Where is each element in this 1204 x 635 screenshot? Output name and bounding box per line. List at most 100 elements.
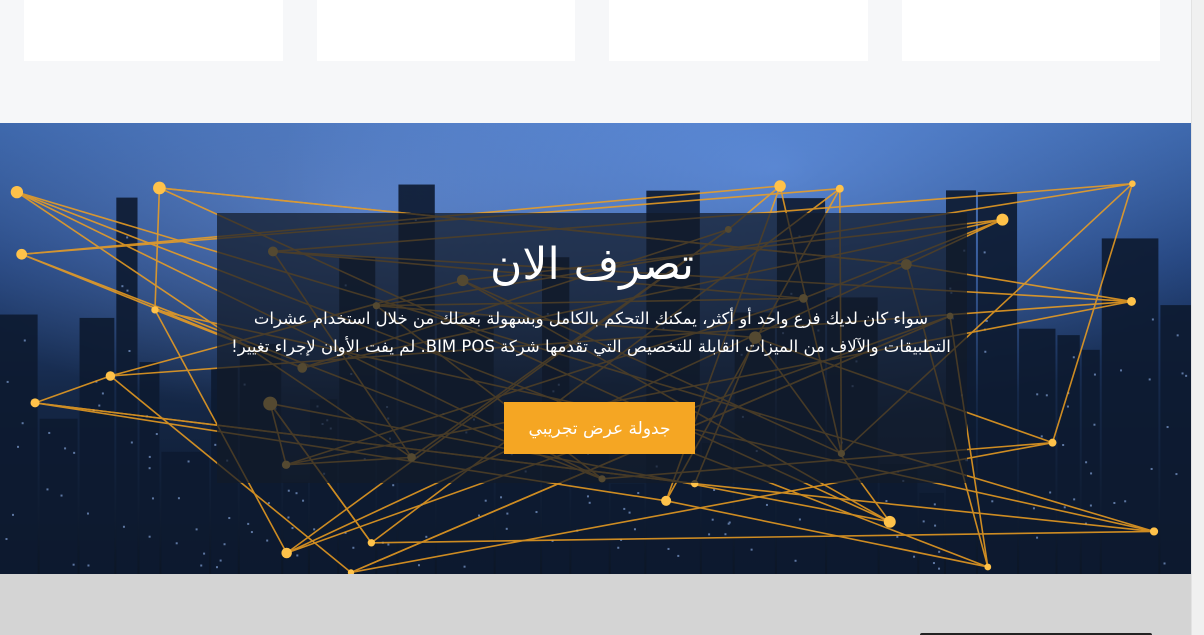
window-light [313,528,316,531]
window-light [708,533,711,536]
network-node [16,248,28,260]
feature-card [24,0,283,61]
window-light [247,522,250,525]
window-light [484,499,487,502]
window-light [122,525,125,528]
window-light [5,538,8,541]
window-light [1085,461,1088,464]
window-light [215,566,218,569]
window-light [195,528,198,531]
network-node [105,371,116,381]
window-light [667,547,670,550]
network-node [1048,438,1057,447]
window-light [266,539,269,542]
window-light [126,289,129,292]
hero-title: تصرف الان [490,239,694,290]
window-light [1072,356,1075,359]
window-light [128,349,131,352]
window-light [983,251,986,254]
building-silhouette [116,197,138,574]
building-silhouette [919,493,944,574]
network-node [10,185,24,199]
schedule-demo-button[interactable]: جدولة عرض تجريبي [504,402,695,454]
window-light [505,527,508,530]
window-light [477,514,480,517]
network-node [1149,527,1159,536]
window-light [1040,435,1043,438]
window-light [60,494,63,497]
window-light [1120,369,1123,372]
window-light [46,488,49,491]
network-node [281,547,292,559]
building-silhouette [79,317,115,574]
window-light [588,501,591,504]
window-light [1063,506,1066,509]
window-light [291,527,294,530]
window-light [1185,374,1188,377]
window-light [463,565,466,568]
window-light [148,467,151,470]
window-light [1062,444,1065,447]
page-scrollbar[interactable] [1191,0,1204,635]
window-light [295,492,298,495]
window-light [86,512,89,515]
network-node [984,563,992,571]
window-light [21,422,24,425]
window-light [1113,501,1116,504]
window-light [623,507,626,510]
window-light [728,521,731,524]
window-light [1073,498,1076,501]
network-node [661,495,672,506]
window-light [535,511,538,514]
window-light [73,451,76,454]
network-node [153,181,166,195]
network-node [835,184,844,193]
feature-card [609,0,868,61]
window-light [711,518,714,521]
window-light [155,433,158,436]
window-light [23,339,26,342]
network-node [774,180,786,192]
building-silhouette [0,314,38,574]
window-light [1166,426,1169,429]
window-light [250,531,253,534]
window-light [500,496,503,499]
window-light [586,495,589,498]
window-light [151,497,154,500]
window-light [48,431,51,434]
window-light [296,554,299,557]
window-light [750,548,753,551]
window-light [798,518,801,521]
window-light [1175,473,1178,476]
network-node [1129,180,1136,187]
window-light [933,503,936,506]
window-light [991,500,994,503]
window-light [214,443,217,446]
window-light [984,350,987,353]
window-light [98,404,101,407]
window-light [938,567,941,570]
window-light [417,564,420,567]
window-light [223,543,226,546]
window-light [724,533,727,536]
window-light [1049,491,1052,494]
network-node [1127,296,1136,306]
window-light [794,559,797,562]
window-light [932,562,935,565]
window-light [1148,378,1151,381]
window-light [1089,504,1092,507]
window-light [228,517,231,520]
window-light [287,489,290,492]
window-light [175,542,178,545]
window-light [126,236,129,239]
window-light [1163,562,1166,565]
window-light [387,543,390,546]
network-node [30,398,40,408]
feature-cards-row [0,0,1192,123]
window-light [913,555,916,558]
building-silhouette [161,451,210,574]
window-light [1150,467,1153,470]
window-light [677,554,680,557]
window-light [713,488,716,491]
hero-content-box: تصرف الان سواء كان لديك فرع واحد أو أكثر… [217,213,967,483]
